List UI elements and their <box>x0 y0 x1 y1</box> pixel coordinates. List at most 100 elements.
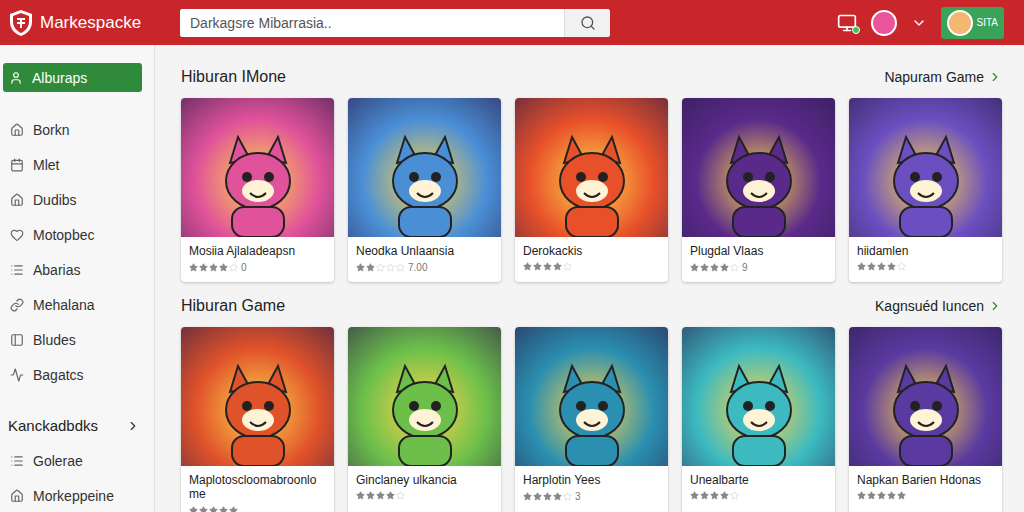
card-title: Mosiia Ajlaladeapsn <box>189 244 326 258</box>
card-caption: Mosiia Ajlaladeapsn 0 <box>181 237 334 282</box>
character-icon <box>210 362 306 466</box>
sidebar-item[interactable]: Mlet <box>4 147 150 182</box>
search-bar <box>180 9 610 37</box>
game-thumbnail <box>515 98 668 237</box>
card-caption: Unealbarte <box>682 466 835 511</box>
logo-text: Markespacke <box>40 13 141 33</box>
star-icon <box>543 262 552 271</box>
device-button[interactable] <box>837 13 857 33</box>
star-icon <box>189 263 198 272</box>
game-thumbnail <box>348 327 501 466</box>
user-avatar[interactable] <box>871 10 897 36</box>
sidebar-item[interactable]: Mehalana <box>4 287 150 322</box>
star-icon <box>356 491 365 500</box>
card-title: Maplotoscloomabroonlome <box>189 473 326 502</box>
game-thumbnail <box>181 327 334 466</box>
sidebar-item[interactable]: Motopbec <box>4 217 150 252</box>
star-rating <box>523 262 660 271</box>
profile-label: SITA <box>977 17 998 28</box>
star-icon <box>700 491 709 500</box>
card-title: Napkan Barien Hdonas <box>857 473 994 487</box>
game-thumbnail <box>849 327 1002 466</box>
star-icon <box>700 263 709 272</box>
star-icon <box>877 262 886 271</box>
sidebar-item[interactable]: Alburaps <box>3 63 142 92</box>
star-rating: 0 <box>189 262 326 273</box>
character-icon <box>377 362 473 466</box>
card-title: Ginclaney ulkancia <box>356 473 493 487</box>
profile-avatar <box>947 10 973 36</box>
magnifier-icon <box>580 15 596 31</box>
game-card[interactable]: Neodka Unlaansia 7.00 <box>348 98 501 282</box>
star-icon <box>209 506 218 512</box>
game-thumbnail <box>682 327 835 466</box>
shield-logo-icon <box>8 9 34 37</box>
game-thumbnail <box>849 98 1002 237</box>
rating-value: 7.00 <box>408 262 427 273</box>
chevron-right-icon <box>126 419 140 433</box>
star-rating <box>857 491 994 500</box>
sidebar-item-icon <box>10 333 24 347</box>
star-icon <box>229 263 238 272</box>
sidebar-item-icon <box>10 298 24 312</box>
section-link[interactable]: Napuram Game <box>884 69 1002 85</box>
card-caption: Derokackis <box>515 237 668 282</box>
star-icon <box>229 506 238 512</box>
star-icon <box>219 263 228 272</box>
game-card[interactable]: Harplotin Yees3 <box>515 327 668 512</box>
sidebar: Alburaps BorknMletDudibsMotopbecAbariasMe… <box>0 45 155 512</box>
character-icon <box>878 362 974 466</box>
card-caption: hiidamlen <box>849 237 1002 282</box>
game-thumbnail <box>515 327 668 466</box>
sidebar-item[interactable]: Borkn <box>4 112 150 147</box>
game-thumbnail <box>682 98 835 237</box>
chevron-right-icon <box>988 70 1002 84</box>
game-card[interactable]: Mosiia Ajlaladeapsn 0 <box>181 98 334 282</box>
star-icon <box>710 263 719 272</box>
search-button[interactable] <box>564 9 610 37</box>
star-rating <box>356 491 493 500</box>
star-icon <box>553 492 562 501</box>
sidebar-group[interactable]: Kanckadbdks <box>0 408 154 443</box>
star-icon <box>553 262 562 271</box>
star-icon <box>366 263 375 272</box>
page: MarkespackeSITAAlburapsBorknMletDudibsMo… <box>0 0 1024 512</box>
star-icon <box>563 492 572 501</box>
search-input[interactable] <box>180 9 564 37</box>
sidebar-item[interactable]: Golerae <box>4 443 150 478</box>
sidebar-item[interactable]: Abarias <box>4 252 150 287</box>
star-icon <box>376 491 385 500</box>
character-icon <box>878 133 974 237</box>
game-card[interactable]: Unealbarte <box>682 327 835 512</box>
sidebar-item[interactable]: Bludes <box>4 322 150 357</box>
sidebar-item-icon <box>10 228 24 242</box>
card-title: Neodka Unlaansia <box>356 244 493 258</box>
game-section: Hiburan IMone Napuram Game Mosiia Ajlalade… <box>181 67 1002 282</box>
game-card[interactable]: Napkan Barien Hdonas <box>849 327 1002 512</box>
chevron-right-icon <box>988 299 1002 313</box>
section-link[interactable]: Kagnsuéd Iuncen <box>875 298 1002 314</box>
star-icon <box>857 491 866 500</box>
sidebar-item-icon <box>9 71 23 85</box>
card-title: Harplotin Yees <box>523 473 660 487</box>
sidebar-item[interactable]: Bagatcs <box>4 357 150 392</box>
game-thumbnail <box>181 98 334 237</box>
sidebar-item[interactable]: Dudibs <box>4 182 150 217</box>
logo[interactable]: Markespacke <box>8 9 180 37</box>
game-card[interactable]: Ginclaney ulkancia <box>348 327 501 512</box>
section-title: Hiburan IMone <box>181 68 286 86</box>
sidebar-item[interactable]: Morkeppeine <box>4 478 150 512</box>
sidebar-item-icon <box>10 123 24 137</box>
star-rating <box>690 491 827 500</box>
game-card[interactable]: Plugdal Vlaas9 <box>682 98 835 282</box>
card-caption: Ginclaney ulkancia <box>348 466 501 511</box>
sidebar-item-icon <box>10 193 24 207</box>
game-card[interactable]: Derokackis <box>515 98 668 282</box>
game-card[interactable]: hiidamlen <box>849 98 1002 282</box>
star-icon <box>219 506 228 512</box>
profile-button[interactable]: SITA <box>941 7 1004 39</box>
star-rating <box>189 506 326 512</box>
game-card[interactable]: Maplotoscloomabroonlome <box>181 327 334 512</box>
chevron-down-icon[interactable] <box>911 15 927 31</box>
star-icon <box>690 491 699 500</box>
